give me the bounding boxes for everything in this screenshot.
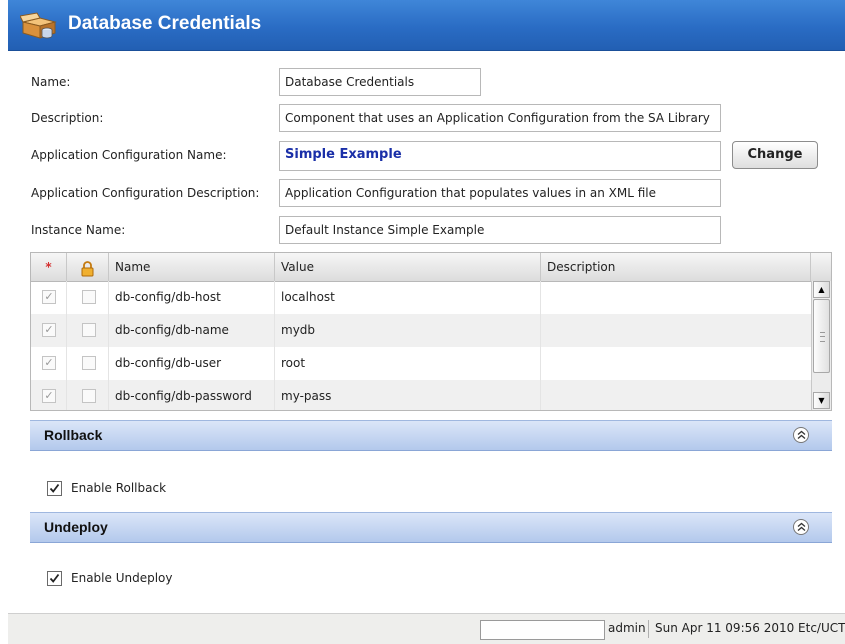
required-column-header[interactable]: * — [31, 253, 67, 281]
locked-checkbox[interactable] — [82, 356, 96, 370]
package-database-icon — [19, 12, 58, 40]
window-title: Database Credentials — [68, 13, 262, 34]
name-field[interactable]: Database Credentials — [279, 68, 481, 96]
required-cell: ✓ — [31, 314, 67, 347]
table-header: * Name Value Description — [31, 253, 831, 282]
parameter-name-cell: db-config/db-password — [109, 380, 275, 410]
rollback-section-header[interactable]: Rollback — [30, 420, 832, 451]
table-row[interactable]: ✓ db-config/db-host localhost — [31, 281, 811, 314]
parameter-value-cell[interactable]: my-pass — [275, 380, 541, 410]
app-config-description-field[interactable]: Application Configuration that populates… — [279, 179, 721, 207]
parameter-name-cell: db-config/db-host — [109, 281, 275, 314]
status-progress-field — [480, 620, 605, 640]
locked-cell — [67, 380, 109, 410]
parameter-name-cell: db-config/db-name — [109, 314, 275, 347]
instance-name-field[interactable]: Default Instance Simple Example — [279, 216, 721, 244]
collapse-icon[interactable] — [793, 427, 809, 443]
table-row[interactable]: ✓ db-config/db-name mydb — [31, 314, 811, 347]
rollback-section-title: Rollback — [44, 427, 103, 443]
enable-rollback-label: Enable Rollback — [71, 481, 167, 495]
table-row[interactable]: ✓ db-config/db-password my-pass — [31, 380, 811, 410]
collapse-icon[interactable] — [793, 519, 809, 535]
locked-cell — [67, 281, 109, 314]
app-config-name-field[interactable]: Simple Example — [279, 141, 721, 171]
scroll-thumb[interactable] — [813, 299, 830, 373]
change-button[interactable]: Change — [732, 141, 818, 169]
parameter-description-cell[interactable] — [541, 347, 811, 380]
enable-rollback-checkbox[interactable] — [47, 481, 62, 496]
scroll-down-icon[interactable]: ▼ — [813, 392, 830, 409]
parameter-value-cell[interactable]: localhost — [275, 281, 541, 314]
scroll-up-icon[interactable]: ▲ — [813, 281, 830, 298]
window-title-bar: Database Credentials — [8, 0, 845, 51]
status-user: admin — [608, 621, 646, 635]
locked-cell — [67, 347, 109, 380]
required-cell: ✓ — [31, 380, 67, 410]
locked-checkbox[interactable] — [82, 323, 96, 337]
undeploy-section-title: Undeploy — [44, 519, 108, 535]
required-cell: ✓ — [31, 347, 67, 380]
parameter-description-cell[interactable] — [541, 380, 811, 410]
status-divider — [648, 620, 649, 638]
parameter-value-cell[interactable]: root — [275, 347, 541, 380]
lock-column-header[interactable] — [67, 253, 109, 281]
locked-checkbox[interactable] — [82, 389, 96, 403]
column-header-name[interactable]: Name — [109, 253, 275, 281]
required-checkbox[interactable]: ✓ — [42, 356, 56, 370]
parameter-description-cell[interactable] — [541, 281, 811, 314]
required-checkbox[interactable]: ✓ — [42, 389, 56, 403]
app-config-description-label: Application Configuration Description: — [31, 186, 260, 200]
parameter-value-cell[interactable]: mydb — [275, 314, 541, 347]
column-header-value[interactable]: Value — [275, 253, 541, 281]
locked-cell — [67, 314, 109, 347]
table-scrollbar[interactable]: ▲ ▼ — [811, 281, 831, 410]
parameter-description-cell[interactable] — [541, 314, 811, 347]
table-row[interactable]: ✓ db-config/db-user root — [31, 347, 811, 380]
parameter-name-cell: db-config/db-user — [109, 347, 275, 380]
undeploy-section-header[interactable]: Undeploy — [30, 512, 832, 543]
status-datetime: Sun Apr 11 09:56 2010 Etc/UCT — [655, 621, 845, 635]
required-cell: ✓ — [31, 281, 67, 314]
name-label: Name: — [31, 75, 71, 89]
enable-undeploy-checkbox[interactable] — [47, 571, 62, 586]
instance-name-label: Instance Name: — [31, 223, 126, 237]
enable-undeploy-label: Enable Undeploy — [71, 571, 173, 585]
app-config-name-label: Application Configuration Name: — [31, 148, 227, 162]
status-bar: admin Sun Apr 11 09:56 2010 Etc/UCT — [8, 613, 845, 644]
parameters-table: * Name Value Description ✓ db-config/db-h… — [30, 252, 832, 411]
required-checkbox[interactable]: ✓ — [42, 290, 56, 304]
description-field[interactable]: Component that uses an Application Confi… — [279, 104, 721, 132]
required-checkbox[interactable]: ✓ — [42, 323, 56, 337]
locked-checkbox[interactable] — [82, 290, 96, 304]
column-header-description[interactable]: Description — [541, 253, 811, 281]
description-label: Description: — [31, 111, 104, 125]
